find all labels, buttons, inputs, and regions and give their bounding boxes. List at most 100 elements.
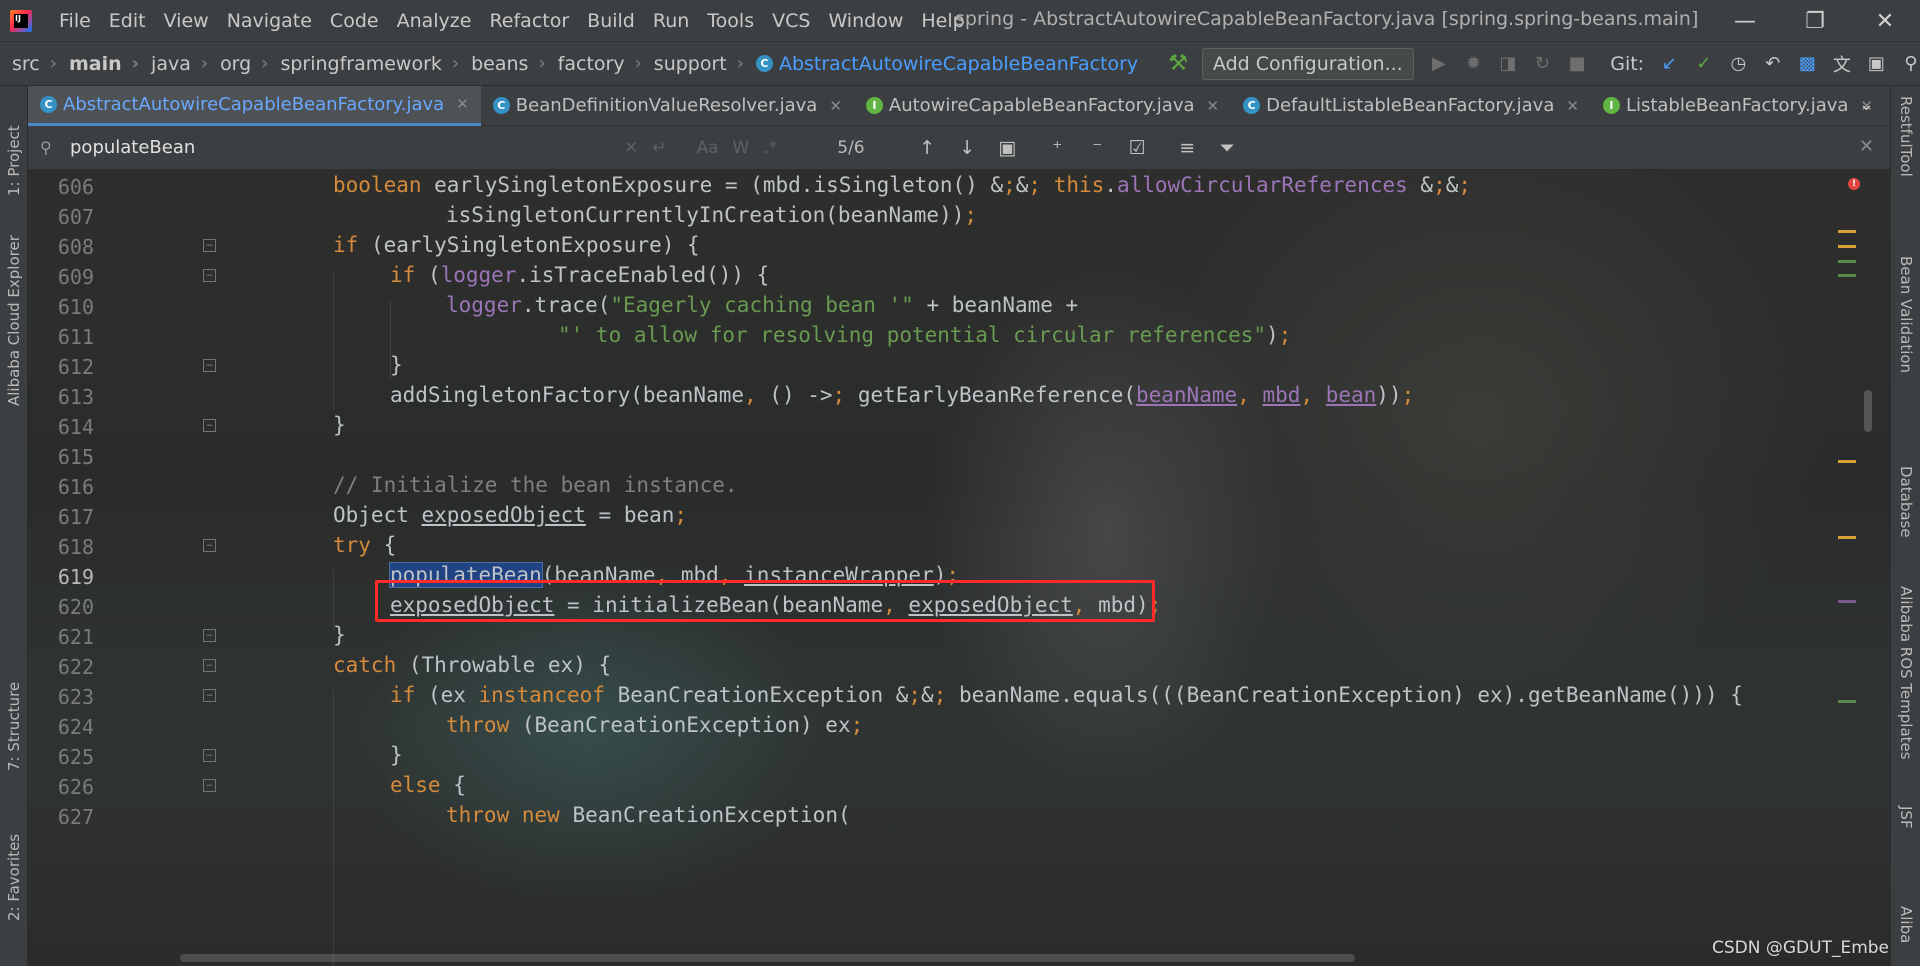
match-case-toggle[interactable]: Aa bbox=[697, 138, 719, 158]
code-line[interactable]: addSingletonFactory(beanName, () ->; get… bbox=[390, 380, 1414, 410]
close-tab-icon[interactable]: ✕ bbox=[1566, 97, 1579, 115]
close-window-icon[interactable]: ✕ bbox=[1860, 6, 1910, 36]
search-icon[interactable]: ⚲ bbox=[40, 138, 60, 157]
previous-occurrence-icon[interactable]: ↑ bbox=[917, 137, 937, 159]
breadcrumb-main[interactable]: main › bbox=[57, 53, 139, 75]
fold-icon[interactable]: − bbox=[203, 779, 216, 792]
close-tab-icon[interactable]: ✕ bbox=[456, 95, 469, 113]
close-tab-icon[interactable]: ✕ bbox=[1207, 97, 1220, 115]
menu-view[interactable]: View bbox=[155, 10, 218, 32]
tab-autowire-capable-bean-factory[interactable]: I AutowireCapableBeanFactory.java ✕ bbox=[854, 86, 1231, 126]
tab-bean-definition-value-resolver[interactable]: C BeanDefinitionValueResolver.java ✕ bbox=[481, 86, 854, 126]
regex-toggle[interactable]: .* bbox=[763, 138, 777, 158]
code-line[interactable]: if (ex instanceof BeanCreationException … bbox=[390, 680, 1743, 710]
tool-favorites[interactable]: 2: Favorites bbox=[5, 834, 23, 921]
tool-jsf[interactable]: JSF bbox=[1897, 806, 1915, 829]
fold-end-icon[interactable]: − bbox=[203, 419, 216, 432]
add-occurrence-icon[interactable]: ⁺ bbox=[1047, 137, 1067, 159]
warning-marker[interactable] bbox=[1838, 536, 1856, 539]
breadcrumb-java[interactable]: java › bbox=[139, 53, 208, 75]
breadcrumb-springframework[interactable]: springframework › bbox=[268, 53, 459, 75]
search-result-marker[interactable] bbox=[1838, 600, 1856, 603]
code-line[interactable]: } bbox=[390, 350, 403, 380]
horizontal-scrollbar[interactable] bbox=[180, 954, 1355, 962]
change-marker[interactable] bbox=[1838, 700, 1856, 703]
search-input[interactable] bbox=[70, 137, 610, 158]
restore-icon[interactable]: ❐ bbox=[1790, 6, 1840, 36]
chevron-down-icon[interactable]: ⌄ bbox=[1859, 94, 1874, 115]
menu-tools[interactable]: Tools bbox=[698, 10, 763, 32]
breadcrumb-org[interactable]: org › bbox=[208, 53, 268, 75]
breadcrumb-class[interactable]: C AbstractAutowireCapableBeanFactory bbox=[744, 53, 1138, 75]
menu-navigate[interactable]: Navigate bbox=[218, 10, 321, 32]
error-indicator-icon[interactable]: ! bbox=[1848, 178, 1860, 190]
code-line[interactable]: boolean earlySingletonExposure = (mbd.is… bbox=[333, 170, 1471, 200]
tool-structure[interactable]: 7: Structure bbox=[5, 682, 23, 771]
fold-icon[interactable]: − bbox=[203, 539, 216, 552]
filter-options-icon[interactable]: ≡ bbox=[1177, 137, 1197, 159]
warning-marker[interactable] bbox=[1838, 245, 1856, 248]
menu-refactor[interactable]: Refactor bbox=[480, 10, 578, 32]
close-tab-icon[interactable]: ✕ bbox=[829, 97, 842, 115]
tool-aliba[interactable]: Aliba bbox=[1897, 906, 1915, 943]
add-configuration-button[interactable]: Add Configuration... bbox=[1201, 47, 1414, 80]
words-toggle[interactable]: W bbox=[733, 138, 750, 158]
find-in-selection-icon[interactable]: ▣ bbox=[997, 137, 1017, 159]
profile-icon[interactable]: ↻ bbox=[1533, 53, 1552, 75]
tool-project[interactable]: 1: Project bbox=[5, 125, 23, 196]
tool-database[interactable]: Database bbox=[1897, 466, 1915, 538]
git-update-icon[interactable]: ↙ bbox=[1660, 53, 1679, 75]
warning-marker[interactable] bbox=[1838, 230, 1856, 233]
fold-end-icon[interactable]: − bbox=[203, 749, 216, 762]
code-line[interactable]: throw new BeanCreationException( bbox=[446, 800, 851, 830]
fold-icon[interactable]: − bbox=[203, 239, 216, 252]
intellij-logo-icon[interactable]: IJ bbox=[10, 9, 32, 32]
menu-vcs[interactable]: VCS bbox=[763, 10, 819, 32]
debug-icon[interactable]: ✹ bbox=[1464, 53, 1483, 75]
project-structure-icon[interactable]: ▩ bbox=[1798, 53, 1817, 75]
code-line[interactable]: Object exposedObject = bean; bbox=[333, 500, 687, 530]
translate-icon[interactable]: 文 bbox=[1833, 53, 1852, 76]
select-all-occurrences-icon[interactable]: ☑ bbox=[1127, 137, 1147, 159]
menu-analyze[interactable]: Analyze bbox=[388, 10, 481, 32]
filter-icon[interactable]: ⏷ bbox=[1217, 137, 1237, 159]
terminal-icon[interactable]: ▣ bbox=[1867, 53, 1886, 75]
search-everywhere-icon[interactable]: ⚲ bbox=[1902, 53, 1920, 75]
breadcrumb-beans[interactable]: beans › bbox=[459, 53, 546, 75]
git-rollback-icon[interactable]: ↶ bbox=[1764, 53, 1783, 75]
breadcrumb-src[interactable]: src › bbox=[0, 53, 57, 75]
tab-default-listable-bean-factory[interactable]: C DefaultListableBeanFactory.java ✕ bbox=[1231, 86, 1591, 126]
remove-occurrence-icon[interactable]: ⁻ bbox=[1087, 137, 1107, 159]
menu-file[interactable]: File bbox=[50, 10, 100, 32]
tab-listable-bean-factory[interactable]: I ListableBeanFactory.java ✕ bbox=[1591, 86, 1885, 126]
code-line[interactable]: if (earlySingletonExposure) { bbox=[333, 230, 700, 260]
tool-alibaba-ros-templates[interactable]: Alibaba ROS Templates bbox=[1897, 586, 1915, 760]
code-line[interactable]: logger.trace("Eagerly caching bean '" + … bbox=[446, 290, 1078, 320]
fold-icon[interactable]: − bbox=[203, 689, 216, 702]
vertical-scrollbar[interactable] bbox=[1864, 390, 1872, 432]
search-history-icon[interactable]: ↵ bbox=[652, 138, 666, 158]
change-marker[interactable] bbox=[1838, 274, 1856, 277]
coverage-icon[interactable]: ◨ bbox=[1499, 53, 1518, 75]
code-line[interactable]: if (logger.isTraceEnabled()) { bbox=[390, 260, 769, 290]
git-history-icon[interactable]: ◷ bbox=[1729, 53, 1748, 75]
minimize-icon[interactable]: — bbox=[1720, 6, 1770, 36]
code-line[interactable]: throw (BeanCreationException) ex; bbox=[446, 710, 863, 740]
code-line[interactable]: // Initialize the bean instance. bbox=[333, 470, 738, 500]
fold-end-icon[interactable]: − bbox=[203, 629, 216, 642]
code-line[interactable]: "' to allow for resolving potential circ… bbox=[558, 320, 1291, 350]
warning-marker[interactable] bbox=[1838, 460, 1856, 463]
code-line[interactable]: } bbox=[333, 620, 346, 650]
breadcrumb-factory[interactable]: factory › bbox=[546, 53, 642, 75]
stop-icon[interactable]: ■ bbox=[1568, 53, 1587, 75]
change-marker[interactable] bbox=[1838, 260, 1856, 263]
code-line[interactable]: } bbox=[333, 410, 346, 440]
tool-restfultool[interactable]: RestfulTool bbox=[1897, 96, 1915, 177]
fold-end-icon[interactable]: − bbox=[203, 359, 216, 372]
code-editor[interactable]: 606 607 608 609 610 611 612 613 614 615 … bbox=[28, 170, 1890, 966]
tool-alibaba-cloud-explorer[interactable]: Alibaba Cloud Explorer bbox=[5, 235, 23, 406]
code-line[interactable]: try { bbox=[333, 530, 396, 560]
fold-icon[interactable]: − bbox=[203, 659, 216, 672]
clear-search-icon[interactable]: ✕ bbox=[624, 138, 638, 158]
menu-code[interactable]: Code bbox=[321, 10, 388, 32]
